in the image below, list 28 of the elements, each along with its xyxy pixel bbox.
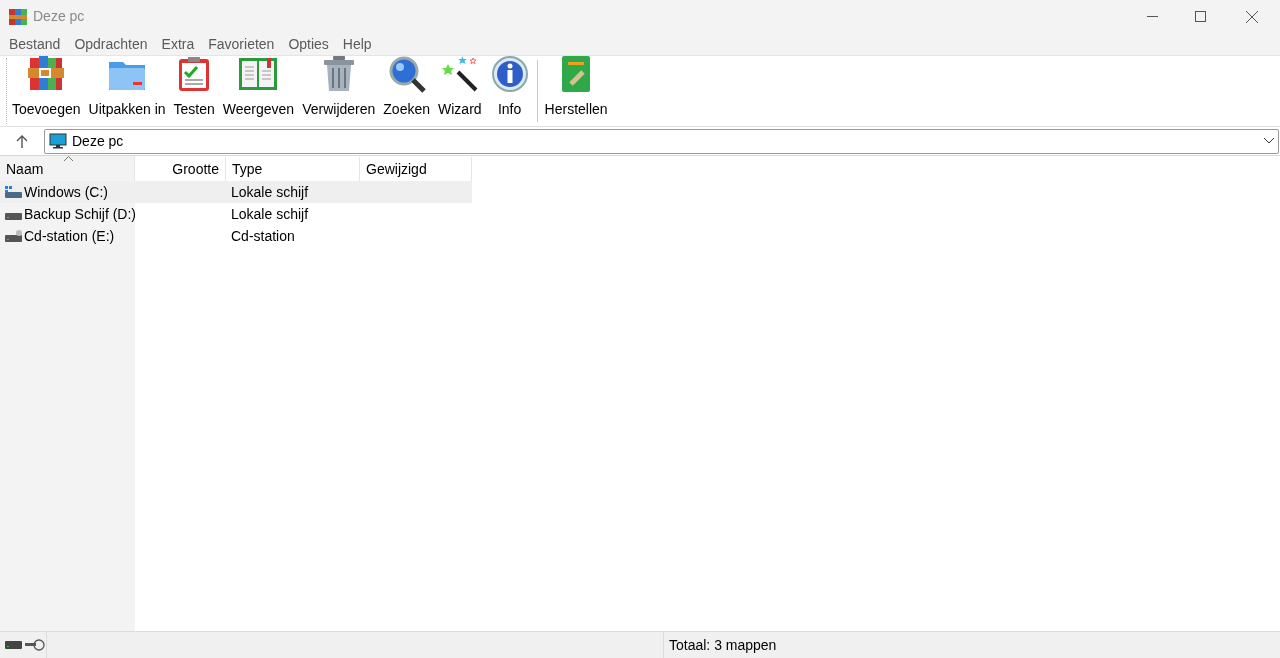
maximize-icon <box>1194 11 1206 22</box>
table-cell-text: Lokale schijf <box>231 182 309 202</box>
toolbar-button[interactable]: Zoeken <box>379 50 434 120</box>
toolbar-button[interactable]: Wizard <box>434 50 486 120</box>
app-icon <box>9 8 27 25</box>
monitor-icon <box>49 133 67 149</box>
drive-icon <box>5 641 22 649</box>
address-field[interactable]: Deze pc <box>44 128 1279 154</box>
window-title: Deze pc <box>33 7 85 26</box>
status-text: Totaal: 3 mappen <box>669 635 777 655</box>
toolbar-button[interactable]: Info <box>485 50 534 120</box>
toolbar-button[interactable]: Herstellen <box>540 50 612 120</box>
key-icon <box>25 639 45 651</box>
cd-drive-icon <box>5 230 22 242</box>
table-row[interactable]: Cd-station (E:) Cd-station <box>0 225 472 247</box>
table-cell-text: Backup Schijf (D:) <box>24 204 137 224</box>
table-cell-text: Cd-station <box>231 226 295 246</box>
dropdown-icon <box>1264 138 1274 144</box>
close-icon <box>1246 10 1258 23</box>
table-cell-text: Cd-station (E:) <box>24 226 115 246</box>
table-row[interactable]: Backup Schijf (D:) Lokale schijf <box>0 203 472 225</box>
table-cell-text: Lokale schijf <box>231 204 309 224</box>
up-arrow-icon <box>16 134 28 148</box>
minimize-icon <box>1146 16 1158 17</box>
table-cell-text: Windows (C:) <box>24 182 108 202</box>
table-row[interactable]: Windows (C:) Lokale schijf <box>0 181 472 203</box>
drive-icon <box>5 186 22 198</box>
menu-item[interactable]: Help <box>335 33 379 55</box>
